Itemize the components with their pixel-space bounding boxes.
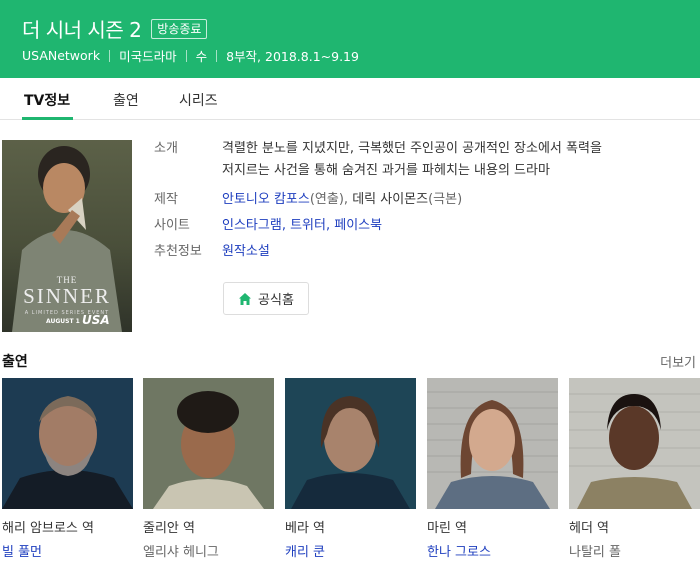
production-row: 제작 안토니오 캄포스(연출), 데릭 사이몬즈(극본) (154, 189, 662, 211)
cast-photo[interactable] (2, 378, 133, 509)
actor-photo (2, 378, 133, 509)
site-label: 사이트 (154, 218, 190, 233)
cast-card: 마린 역 한나 그로스 (427, 378, 558, 560)
actor-photo (569, 378, 700, 509)
cast-photo[interactable] (427, 378, 558, 509)
tab-bar: TV정보 출연 시리즈 (0, 78, 700, 120)
more-link[interactable]: 더보기 (660, 352, 696, 371)
director-link[interactable]: 안토니오 캄포스 (222, 192, 310, 207)
meta-row: USANetwork 미국드라마 수 8부작, 2018.8.1~9.19 (22, 46, 359, 65)
page-title[interactable]: 더 시너 시즌 2 (22, 14, 142, 43)
homepage-label: 공식홈 (258, 293, 294, 308)
day-label: 수 (195, 49, 208, 64)
drama-header: 더 시너 시즌 2 방송종료 USANetwork 미국드라마 수 8부작, 2… (0, 0, 700, 78)
recommend-row: 추천정보 원작소설 (154, 241, 662, 263)
role-name: 베라 역 (285, 521, 326, 536)
divider (109, 49, 111, 62)
facebook-link[interactable]: 페이스북 (334, 218, 382, 233)
home-icon (239, 292, 252, 305)
status-badge: 방송종료 (151, 18, 208, 39)
site-links: 인스타그램, 트위터, 페이스북 (222, 215, 662, 237)
twitter-link[interactable]: 트위터 (290, 218, 326, 233)
actor-link[interactable]: 캐리 쿤 (285, 541, 416, 560)
title-row: 더 시너 시즌 2 방송종료 (22, 14, 208, 43)
poster-subtitle: A LIMITED SERIES EVENT (24, 310, 110, 316)
intro-line: 격렬한 분노를 지녔지만, 극복했던 주인공이 공개적인 장소에서 폭력을 (222, 141, 602, 156)
cast-photo[interactable] (285, 378, 416, 509)
divider (216, 49, 218, 62)
link-separator: , (281, 218, 286, 233)
cast-photo[interactable] (143, 378, 274, 509)
cast-card: 헤더 역 나탈리 폴 (569, 378, 700, 560)
director-role: (연출), (309, 192, 349, 207)
intro-line: 저지르는 사건을 통해 숨겨진 과거를 파헤치는 내용의 드라마 (222, 163, 550, 178)
instagram-link[interactable]: 인스타그램 (222, 218, 282, 233)
role-name: 줄리안 역 (143, 521, 195, 536)
role-name: 마린 역 (427, 521, 468, 536)
intro-row: 소개 격렬한 분노를 지녔지만, 극복했던 주인공이 공개적인 장소에서 폭력을… (154, 138, 662, 182)
tab-series[interactable]: 시리즈 (179, 90, 218, 110)
genre-label: 미국드라마 (119, 49, 177, 64)
network-label: USANetwork (22, 48, 101, 63)
original-novel-link[interactable]: 원작소설 (222, 241, 662, 263)
actor-name[interactable]: 엘리샤 헤니그 (143, 541, 274, 560)
production-value: 안토니오 캄포스(연출), 데릭 사이몬즈(극본) (222, 189, 662, 211)
official-homepage-button[interactable]: 공식홈 (223, 282, 309, 315)
poster-title: SINNER (23, 284, 111, 308)
role-name: 해리 암브로스 역 (2, 521, 94, 536)
writer-name[interactable]: 데릭 사이몬즈 (352, 192, 428, 207)
usa-logo: USA (82, 313, 110, 327)
role-name: 헤더 역 (569, 521, 610, 536)
poster-image[interactable]: THE SINNER A LIMITED SERIES EVENT AUGUST… (2, 140, 132, 332)
cast-card: 베라 역 캐리 쿤 (285, 378, 416, 560)
cast-photo[interactable] (569, 378, 700, 509)
intro-text: 격렬한 분노를 지녔지만, 극복했던 주인공이 공개적인 장소에서 폭력을 저지… (222, 138, 662, 182)
writer-role: (극본) (428, 192, 463, 207)
actor-link[interactable]: 한나 그로스 (427, 541, 558, 560)
tab-tv-info[interactable]: TV정보 (24, 90, 70, 110)
cast-heading: 출연 (2, 354, 28, 370)
recommend-label: 추천정보 (154, 244, 202, 259)
cast-card: 줄리안 역 엘리샤 헤니그 (143, 378, 274, 560)
production-label: 제작 (154, 192, 178, 207)
actor-photo (285, 378, 416, 509)
intro-label: 소개 (154, 141, 178, 156)
active-tab-indicator (22, 117, 73, 120)
link-separator: , (325, 218, 331, 233)
tab-cast[interactable]: 출연 (113, 90, 139, 110)
actor-link[interactable]: 빌 풀먼 (2, 541, 133, 560)
cast-card: 해리 암브로스 역 빌 풀먼 (2, 378, 133, 560)
site-row: 사이트 인스타그램, 트위터, 페이스북 (154, 215, 662, 237)
poster-air-date: AUGUST 1 (46, 318, 80, 325)
divider (185, 49, 187, 62)
actor-name[interactable]: 나탈리 폴 (569, 541, 700, 560)
actor-photo (427, 378, 558, 509)
actor-photo (143, 378, 274, 509)
schedule-label: 8부작, 2018.8.1~9.19 (226, 49, 359, 64)
